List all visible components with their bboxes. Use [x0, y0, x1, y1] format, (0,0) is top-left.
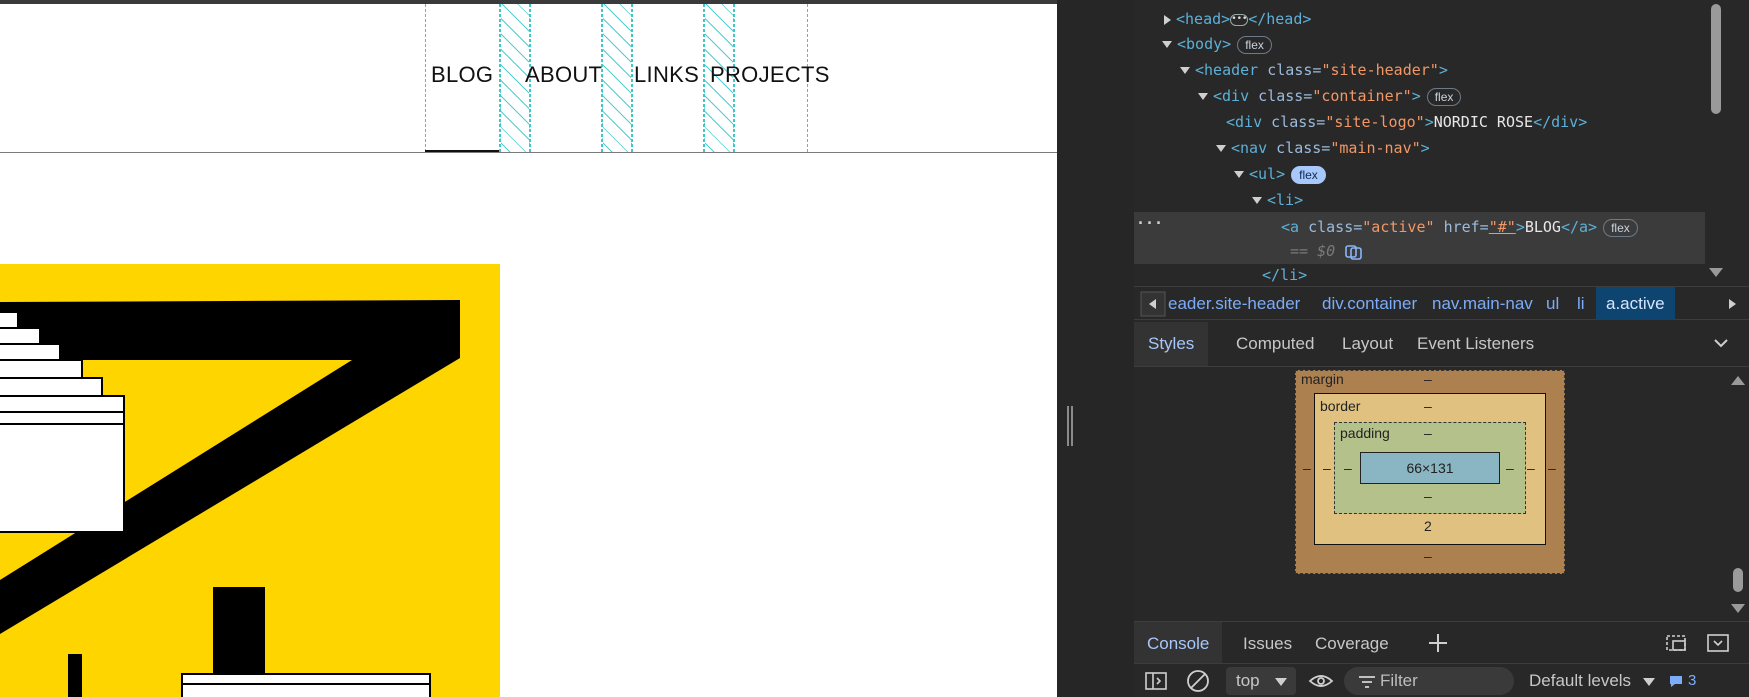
chevron-down-icon[interactable]: [1712, 336, 1730, 350]
breadcrumb-item[interactable]: div.container: [1322, 294, 1417, 314]
flex-badge[interactable]: flex: [1426, 87, 1462, 106]
tab-computed[interactable]: Computed: [1222, 322, 1328, 366]
dom-node-ul[interactable]: <ul> flex: [1234, 163, 1326, 185]
padding-label: padding: [1340, 425, 1390, 441]
margin-left-value[interactable]: –: [1303, 460, 1311, 476]
sidebar-toggle-icon[interactable]: [1144, 671, 1168, 691]
border-bottom-value[interactable]: 2: [1424, 518, 1432, 534]
clear-console-icon[interactable]: [1186, 669, 1210, 693]
nav-link-links[interactable]: LINKS: [634, 62, 699, 88]
margin-label: margin: [1301, 371, 1344, 387]
dock-drawer-icon[interactable]: [1706, 632, 1730, 654]
dom-node-li-close[interactable]: </li>: [1262, 264, 1307, 282]
splitter-drag-handle[interactable]: [1067, 406, 1073, 446]
console-toolbar: top Filter Default levels 3: [1134, 663, 1749, 697]
undock-drawer-icon[interactable]: [1664, 632, 1688, 654]
flex-badge[interactable]: flex: [1237, 35, 1272, 54]
border-top-value[interactable]: –: [1424, 398, 1432, 414]
expand-triangle-icon[interactable]: [1164, 14, 1171, 25]
scrollbar-thumb[interactable]: [1711, 4, 1721, 114]
padding-bottom-value[interactable]: –: [1424, 488, 1432, 504]
padding-top-value[interactable]: –: [1424, 425, 1432, 441]
flex-badge[interactable]: flex: [1603, 218, 1638, 237]
breadcrumb-item-active[interactable]: a.active: [1596, 287, 1675, 320]
devtools-panel: <head>•••</head> <body> flex <header clas…: [1134, 0, 1749, 697]
panel-splitter: [1057, 0, 1134, 697]
box-model-diagram: 66×131 margin – border – padding – – – –…: [1134, 368, 1749, 620]
border-label: border: [1320, 398, 1361, 414]
box-model-content-size[interactable]: 66×131: [1360, 452, 1500, 484]
message-bubble-icon: [1670, 676, 1682, 688]
node-actions-icon[interactable]: ···: [1136, 212, 1163, 234]
message-count-badge[interactable]: 3: [1668, 664, 1696, 697]
flex-badge-active[interactable]: flex: [1291, 165, 1326, 184]
margin-bottom-value[interactable]: –: [1424, 548, 1432, 564]
collapse-triangle-icon[interactable]: [1252, 197, 1262, 204]
dom-node-a-active[interactable]: <a class="active" href="#">BLOG</a> flex: [1281, 216, 1638, 238]
dom-node-nav[interactable]: <nav class="main-nav">: [1216, 137, 1430, 159]
margin-top-value[interactable]: –: [1424, 371, 1432, 387]
breadcrumb-item[interactable]: ul: [1546, 294, 1559, 314]
dom-node-site-logo[interactable]: <div class="site-logo">NORDIC ROSE</div>: [1226, 111, 1587, 133]
margin-right-value[interactable]: –: [1548, 460, 1556, 476]
collapse-triangle-icon[interactable]: [1180, 67, 1190, 74]
live-expression-eye-icon[interactable]: [1308, 671, 1334, 691]
hero-illustration: [0, 264, 500, 697]
dom-node-body[interactable]: <body> flex: [1162, 33, 1272, 55]
flex-gap-overlay: [602, 4, 632, 152]
scroll-down-icon[interactable]: [1731, 604, 1745, 613]
caret-down-icon: [1275, 678, 1287, 686]
tab-console[interactable]: Console: [1134, 622, 1223, 664]
nav-link-about[interactable]: ABOUT: [525, 62, 602, 88]
scroll-down-icon[interactable]: [1709, 268, 1723, 277]
scrollbar-thumb[interactable]: [1733, 568, 1743, 592]
breadcrumb-item[interactable]: eader.site-header: [1168, 294, 1300, 314]
breadcrumb-scroll-left-icon[interactable]: [1140, 291, 1166, 317]
scroll-up-icon[interactable]: [1731, 376, 1745, 385]
border-right-value[interactable]: –: [1527, 460, 1535, 476]
tab-coverage[interactable]: Coverage: [1302, 622, 1402, 664]
caret-down-icon: [1642, 677, 1655, 686]
breadcrumb-scroll-right-icon[interactable]: [1719, 291, 1745, 317]
tab-layout[interactable]: Layout: [1328, 322, 1407, 366]
elements-dom-tree: <head>•••</head> <body> flex <header clas…: [1134, 0, 1727, 282]
collapse-triangle-icon[interactable]: [1234, 171, 1244, 178]
ai-assist-icon[interactable]: [1344, 244, 1364, 260]
ellipsis-icon[interactable]: •••: [1230, 13, 1249, 26]
add-tab-icon[interactable]: [1427, 632, 1449, 654]
dom-node-header[interactable]: <header class="site-header">: [1180, 59, 1448, 81]
nav-link-projects[interactable]: PROJECTS: [710, 62, 830, 88]
drawer-tabs: Console Issues Coverage: [1134, 621, 1749, 664]
border-left-value[interactable]: –: [1323, 460, 1331, 476]
styles-scrollbar[interactable]: [1727, 368, 1749, 620]
breadcrumb-item[interactable]: nav.main-nav: [1432, 294, 1533, 314]
collapse-triangle-icon[interactable]: [1198, 93, 1208, 100]
nav-active-underline: [425, 150, 499, 152]
dom-node-head[interactable]: <head>•••</head>: [1164, 8, 1311, 30]
log-levels-dropdown[interactable]: Default levels: [1529, 664, 1656, 697]
padding-right-value[interactable]: –: [1506, 460, 1514, 476]
sidebar-tabs: Styles Computed Layout Event Listeners: [1134, 322, 1749, 367]
page-viewport: BLOG ABOUT LINKS PROJECTS: [0, 0, 1057, 697]
tab-event-listeners[interactable]: Event Listeners: [1403, 322, 1548, 366]
tab-issues[interactable]: Issues: [1230, 622, 1305, 664]
context-selector[interactable]: top: [1226, 667, 1296, 695]
dom-tree-scrollbar[interactable]: [1705, 0, 1727, 282]
dom-node-container[interactable]: <div class="container"> flex: [1198, 85, 1462, 107]
console-ref-hint: == $0: [1290, 240, 1364, 262]
collapse-triangle-icon[interactable]: [1216, 145, 1226, 152]
filter-icon: [1359, 676, 1375, 688]
nav-link-blog[interactable]: BLOG: [431, 62, 493, 88]
dom-node-li[interactable]: <li>: [1252, 189, 1303, 211]
breadcrumb-item[interactable]: li: [1577, 294, 1585, 314]
collapse-triangle-icon[interactable]: [1162, 41, 1172, 48]
breadcrumb: eader.site-header div.container nav.main…: [1134, 286, 1749, 320]
tab-styles[interactable]: Styles: [1134, 322, 1209, 366]
padding-left-value[interactable]: –: [1344, 460, 1352, 476]
